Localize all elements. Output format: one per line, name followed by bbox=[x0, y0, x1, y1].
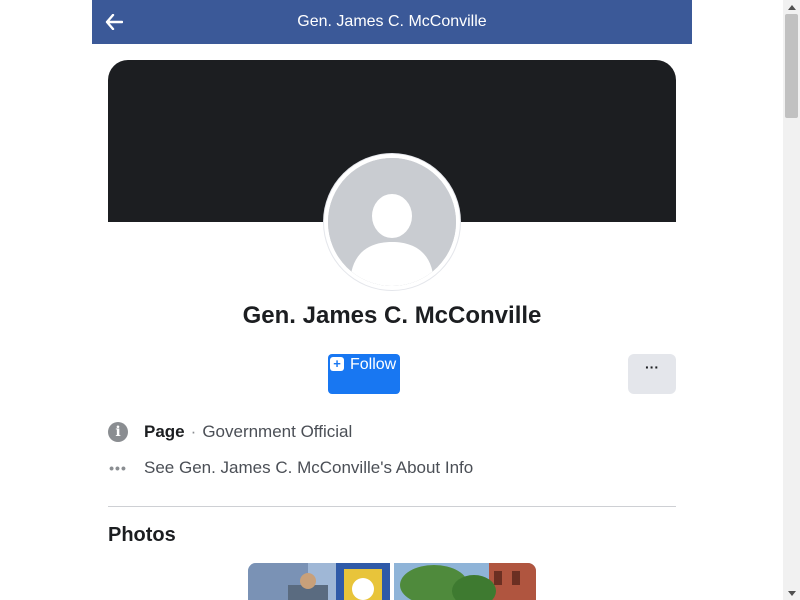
page-type-label: Page bbox=[144, 422, 185, 441]
about-info-link[interactable]: ••• See Gen. James C. McConville's About… bbox=[108, 456, 676, 480]
profile-picture[interactable] bbox=[324, 154, 460, 290]
scrollbar-thumb[interactable] bbox=[785, 14, 798, 118]
section-divider bbox=[108, 506, 676, 507]
more-options-button[interactable]: ··· bbox=[628, 354, 676, 394]
vertical-scrollbar[interactable] bbox=[783, 0, 800, 600]
follow-label: Follow bbox=[350, 356, 397, 373]
ellipsis-icon: ••• bbox=[109, 460, 127, 476]
info-icon: i bbox=[108, 422, 128, 442]
separator: · bbox=[190, 422, 197, 441]
top-navigation-bar: Gen. James C. McConville bbox=[92, 0, 692, 44]
photos-section-title: Photos bbox=[108, 524, 176, 546]
profile-name: Gen. James C. McConville bbox=[242, 302, 542, 329]
photo-thumbnail[interactable] bbox=[248, 563, 390, 600]
header-title: Gen. James C. McConville bbox=[297, 13, 487, 30]
scroll-up-arrow-icon[interactable] bbox=[783, 0, 800, 14]
category-text: Government Official bbox=[202, 422, 353, 441]
about-link-text: See Gen. James C. McConville's About Inf… bbox=[144, 458, 474, 477]
follow-button[interactable]: + Follow bbox=[328, 354, 400, 394]
photo-thumbnail[interactable] bbox=[394, 563, 536, 600]
default-avatar-icon bbox=[328, 158, 456, 286]
page-category-row: i Page · Government Official bbox=[108, 420, 676, 444]
plus-icon: + bbox=[330, 357, 344, 371]
scroll-down-arrow-icon[interactable] bbox=[783, 586, 800, 600]
